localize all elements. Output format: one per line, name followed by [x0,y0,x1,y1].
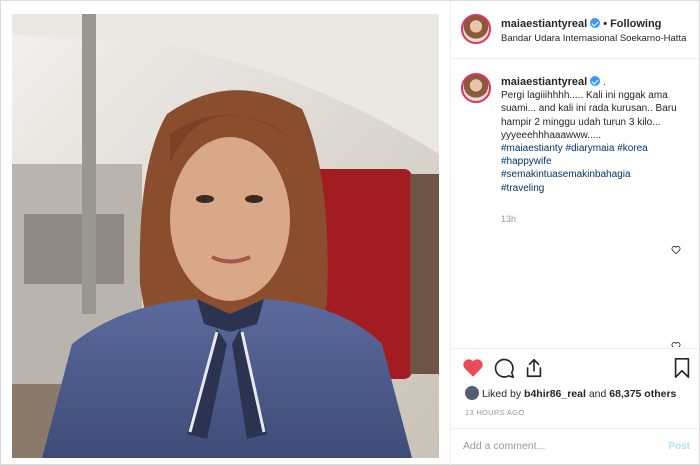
hashtag-line[interactable]: #maiaestianty #diarymaia #korea [501,142,691,155]
caption-body: Pergi lagiiihhhh..... Kali ini nggak ama… [501,90,677,141]
caption-username[interactable]: maiaestiantyreal [501,76,587,88]
verified-badge-icon [590,76,601,86]
likes-middle: and [585,388,610,400]
verified-badge-icon [590,18,601,28]
comment-input[interactable] [463,440,653,452]
liker-avatar[interactable] [465,386,479,400]
caption-trailing: . [603,77,606,88]
separator-dot: • [603,18,608,30]
post-header: maiaestiantyreal • Following Bandar Udara … [451,1,700,59]
share-icon[interactable] [523,357,545,379]
author-username[interactable]: maiaestiantyreal [501,18,587,30]
post-sidebar: maiaestiantyreal • Following Bandar Udara … [450,1,700,465]
author-line: maiaestiantyreal • Following [501,18,661,30]
likes-count[interactable]: 68,375 others [609,388,676,400]
caption-avatar[interactable] [461,73,491,103]
likes-prefix: Liked by [482,388,525,400]
post-photo[interactable] [12,14,439,458]
author-avatar[interactable] [461,14,491,44]
comment-like-heart-icon[interactable] [671,341,681,347]
liker-username[interactable]: b4hir86_real [524,388,586,400]
selfie-image [12,14,439,458]
hashtag-line[interactable]: #semakintuasemakinbahagia [501,168,691,181]
hashtag-line[interactable]: #happywife [501,155,691,168]
caption-text: maiaestiantyreal . Pergi lagiiihhhh.....… [501,76,691,195]
post-modal: maiaestiantyreal • Following Bandar Udara … [0,0,700,465]
location-link[interactable]: Bandar Udara Internasional Soekarno-Hatt… [501,33,686,44]
hashtag-line[interactable]: #traveling [501,182,691,195]
bookmark-icon[interactable] [671,357,693,379]
likes-summary: Liked by b4hir86_real and 68,375 others [465,386,676,400]
post-timestamp[interactable]: 13 HOURS AGO [465,408,524,417]
heart-filled-icon[interactable] [462,357,484,379]
post-comment-button[interactable]: Post [668,441,690,452]
following-button[interactable]: Following [610,18,661,30]
action-bar [451,348,700,388]
comment-box: Post [451,428,700,465]
comment-icon[interactable] [493,357,515,379]
comment-like-heart-icon[interactable] [671,245,681,255]
caption-time: 13h [501,214,517,224]
